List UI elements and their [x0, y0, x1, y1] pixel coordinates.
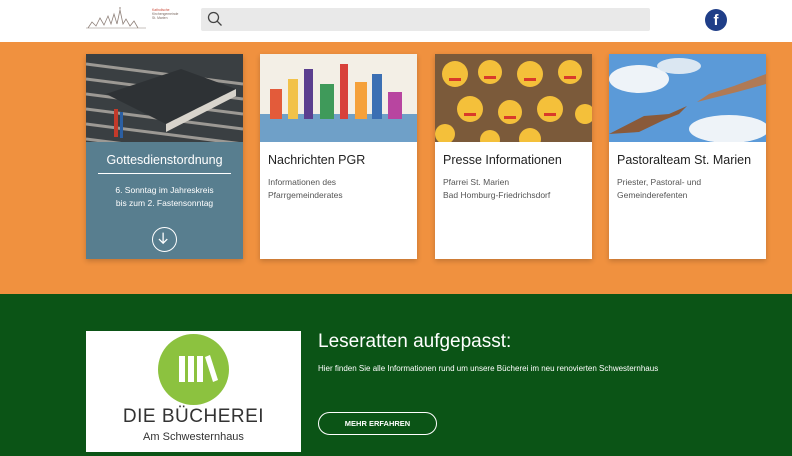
card-text-line: Bad Homburg-Friedrichsdorf: [443, 190, 551, 200]
card-title: Presse Informationen: [443, 153, 562, 167]
card-text-line: Pfarrei St. Marien: [443, 177, 510, 187]
arrow-down-circle-icon[interactable]: [152, 227, 177, 252]
site-header: Katholische Kirchengemeinde St. Marien f: [0, 0, 792, 42]
card-text-line: Informationen des: [268, 177, 337, 187]
card-text: 6. Sonntag im Jahreskreis bis zum 2. Fas…: [86, 184, 243, 210]
library-logo[interactable]: DIE BÜCHEREI Am Schwesternhaus: [86, 331, 301, 452]
card-text: Informationen des Pfarrgemeinderates: [268, 176, 343, 202]
facebook-icon[interactable]: f: [705, 9, 727, 31]
search-input[interactable]: [201, 8, 650, 31]
card-title: Nachrichten PGR: [268, 153, 366, 167]
card-gottesdienstordnung[interactable]: Gottesdienstordnung 6. Sonntag im Jahres…: [86, 54, 243, 259]
mehr-erfahren-button[interactable]: MEHR ERFAHREN: [318, 412, 437, 435]
card-presse-informationen[interactable]: Presse Informationen Pfarrei St. Marien …: [435, 54, 592, 259]
library-subtitle: Am Schwesternhaus: [143, 431, 244, 443]
card-text-line: Pfarrgemeinderates: [268, 190, 343, 200]
card-title: Pastoralteam St. Marien: [617, 153, 752, 167]
hymnbook-image: [86, 54, 243, 142]
books-icon: [158, 334, 229, 405]
card-text-line: bis zum 2. Fastensonntag: [115, 198, 214, 208]
divider: [98, 173, 231, 174]
search-icon[interactable]: [207, 11, 223, 27]
card-text: Pfarrei St. Marien Bad Homburg-Friedrich…: [443, 176, 550, 202]
card-pastoralteam[interactable]: Pastoralteam St. Marien Priester, Pastor…: [609, 54, 766, 259]
logo-line-3: St. Marien: [152, 16, 168, 20]
card-text-line: Priester, Pastoral- und: [617, 177, 702, 187]
card-title: Gottesdienstordnung: [106, 153, 223, 167]
card-nachrichten-pgr[interactable]: Nachrichten PGR Informationen des Pfarrg…: [260, 54, 417, 259]
promo-headline: Leseratten aufgepasst:: [318, 331, 512, 352]
painted-skyline-image: [260, 54, 417, 142]
promo-paragraph: Hier finden Sie alle Informationen rund …: [318, 364, 659, 373]
card-text-line: 6. Sonntag im Jahreskreis: [115, 185, 214, 195]
painted-faces-image: [435, 54, 592, 142]
reaching-hands-image: [609, 54, 766, 142]
library-name: DIE BÜCHEREI: [122, 406, 265, 427]
card-text-line: Gemeinderefenten: [617, 190, 688, 200]
logo-text: Katholische Kirchengemeinde St. Marien: [152, 8, 192, 20]
card-text: Priester, Pastoral- und Gemeinderefenten: [617, 176, 701, 202]
